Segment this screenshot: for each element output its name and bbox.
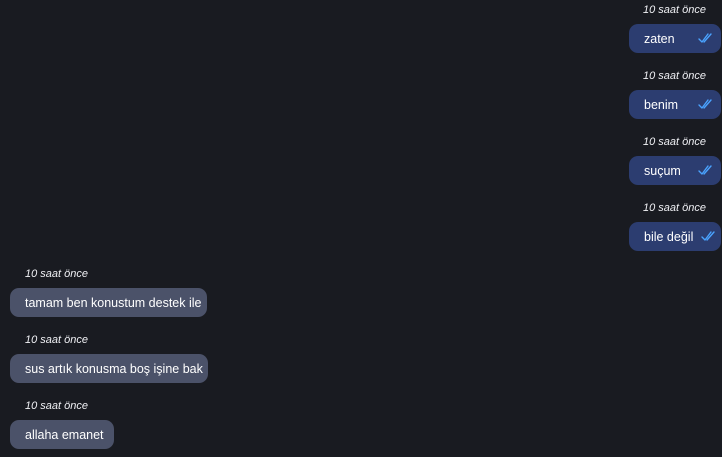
message-timestamp: 10 saat önce <box>643 70 706 82</box>
double-check-icon <box>701 231 716 241</box>
message-bubble[interactable]: zaten <box>629 24 721 53</box>
message-text: sus artık konusma boş işine bak <box>25 361 203 376</box>
message-text: zaten <box>644 31 675 46</box>
received-message: 10 saat önce tamam ben konustum destek i… <box>10 268 270 318</box>
message-bubble[interactable]: allaha emanet <box>10 420 114 449</box>
message-text: suçum <box>644 163 681 178</box>
message-bubble[interactable]: bile değil <box>629 222 721 251</box>
message-timestamp: 10 saat önce <box>25 268 88 280</box>
double-check-icon <box>698 165 712 175</box>
sent-message: 10 saat önce zaten <box>561 4 721 54</box>
double-check-icon <box>698 99 712 109</box>
sent-message: 10 saat önce suçum <box>561 136 721 186</box>
message-text: bile değil <box>644 229 694 244</box>
message-timestamp: 10 saat önce <box>25 400 88 412</box>
message-text: allaha emanet <box>25 427 104 442</box>
received-message: 10 saat önce allaha emanet <box>10 400 270 450</box>
message-timestamp: 10 saat önce <box>25 334 88 346</box>
message-text: tamam ben konustum destek ile <box>25 295 202 310</box>
message-bubble[interactable]: benim <box>629 90 721 119</box>
message-bubble[interactable]: suçum <box>629 156 721 185</box>
message-timestamp: 10 saat önce <box>643 4 706 16</box>
received-message: 10 saat önce sus artık konusma boş işine… <box>10 334 270 384</box>
message-bubble[interactable]: tamam ben konustum destek ile <box>10 288 207 317</box>
chat-thread: 10 saat önce zaten 10 saat önce benim 10… <box>0 0 722 457</box>
message-text: benim <box>644 97 679 112</box>
message-bubble[interactable]: sus artık konusma boş işine bak <box>10 354 208 383</box>
sent-message: 10 saat önce benim <box>561 70 721 120</box>
message-timestamp: 10 saat önce <box>643 136 706 148</box>
double-check-icon <box>698 33 712 43</box>
sent-message: 10 saat önce bile değil <box>561 202 721 252</box>
message-timestamp: 10 saat önce <box>643 202 706 214</box>
